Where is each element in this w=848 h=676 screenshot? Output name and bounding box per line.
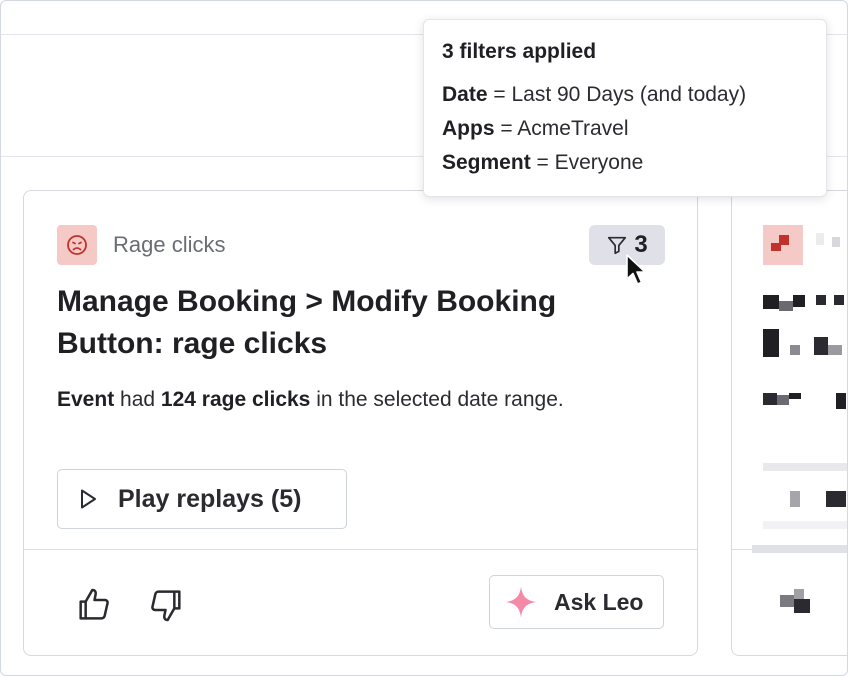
frown-face-icon xyxy=(57,225,97,265)
ask-leo-button[interactable]: Ask Leo xyxy=(489,575,664,629)
play-replays-label: Play replays (5) xyxy=(118,484,302,513)
secondary-card-pixelated xyxy=(731,190,847,656)
mouse-pointer-icon xyxy=(626,254,646,285)
card-type: Rage clicks xyxy=(57,225,225,265)
insight-card: Rage clicks 3 Manage Booking > Modify Bo… xyxy=(23,190,698,656)
desc-had: had xyxy=(114,388,161,411)
ask-leo-label: Ask Leo xyxy=(554,588,644,615)
filter-separator: = xyxy=(494,117,518,140)
desc-count: 124 rage clicks xyxy=(160,388,311,411)
desc-rest: in the selected date range. xyxy=(310,388,564,411)
filter-key: Date xyxy=(442,83,488,106)
filters-tooltip: 3 filters applied Date = Last 90 Days (a… xyxy=(423,19,827,197)
play-icon xyxy=(81,489,96,509)
card-title: Manage Booking > Modify Booking Button: … xyxy=(57,285,557,360)
tooltip-title: 3 filters applied xyxy=(442,40,597,63)
tooltip-filter-row: Segment = Everyone xyxy=(442,146,808,180)
sparkle-icon xyxy=(505,586,537,618)
card-type-label: Rage clicks xyxy=(113,232,226,257)
filter-separator: = xyxy=(530,151,555,174)
filter-value: Last 90 Days (and today) xyxy=(511,83,747,106)
thumbs-down-icon[interactable] xyxy=(146,585,186,625)
card-footer-divider xyxy=(24,549,697,550)
desc-event: Event xyxy=(57,388,115,411)
tooltip-filter-row: Apps = AcmeTravel xyxy=(442,112,808,146)
tooltip-filter-row: Date = Last 90 Days (and today) xyxy=(442,78,808,112)
filter-separator: = xyxy=(487,83,512,106)
filter-key: Segment xyxy=(442,151,531,174)
play-replays-button[interactable]: Play replays (5) xyxy=(57,469,347,529)
filter-value: AcmeTravel xyxy=(517,117,629,140)
screen-frame: Rage clicks 3 Manage Booking > Modify Bo… xyxy=(0,0,848,676)
filter-key: Apps xyxy=(442,117,495,140)
card-description: Event had 124 rage clicks in the selecte… xyxy=(57,381,647,418)
thumbs-up-icon[interactable] xyxy=(74,585,114,625)
filter-value: Everyone xyxy=(554,151,644,174)
